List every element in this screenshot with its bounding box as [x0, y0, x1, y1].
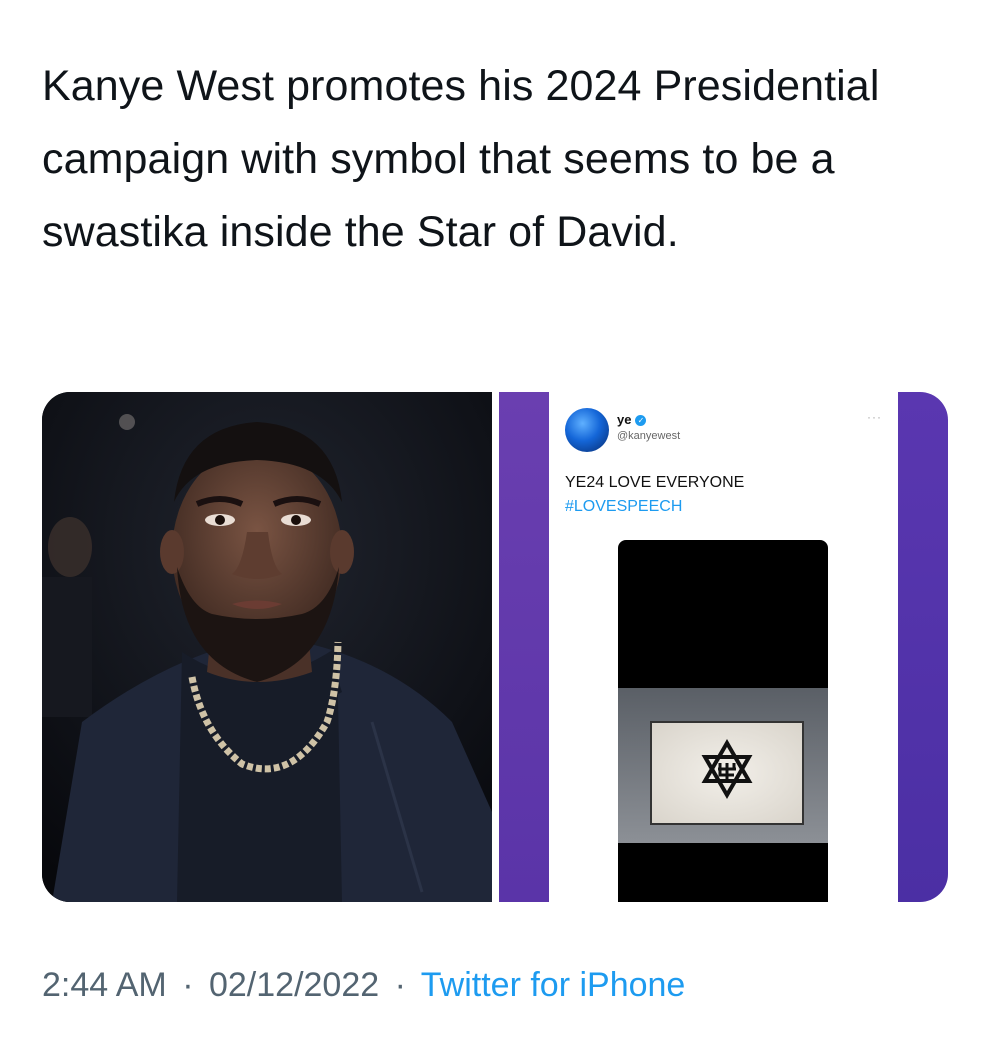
star-of-david-symbol-icon: [701, 739, 753, 799]
separator: ·: [182, 966, 194, 1004]
purple-border-right: [898, 392, 948, 902]
verified-badge-icon: ✓: [635, 415, 647, 426]
separator: ·: [394, 966, 406, 1004]
portrait-illustration: [42, 392, 492, 902]
media-grid[interactable]: ye ✓ @kanyewest ··· YE24 LOVE EVERYONE #L…: [42, 392, 948, 902]
tweet-source-link[interactable]: Twitter for iPhone: [421, 966, 686, 1004]
tweet-date: 02/12/2022: [208, 966, 380, 1004]
laptop-screen: [650, 721, 804, 825]
more-options-icon: ···: [867, 410, 882, 424]
tweet-time: 2:44 AM: [42, 966, 167, 1004]
tweet-footer: 2:44 AM · 02/12/2022 · Twitter for iPhon…: [42, 966, 685, 1005]
embedded-handle: @kanyewest: [617, 430, 681, 442]
embedded-hashtag: #LOVESPEECH: [565, 498, 683, 515]
embedded-tweet-line1: YE24 LOVE EVERYONE: [565, 474, 745, 491]
embedded-video: [618, 540, 828, 902]
tweet-text: Kanye West promotes his 2024 Presidentia…: [42, 62, 880, 256]
photo-kanye-west[interactable]: [42, 392, 492, 902]
embedded-display-name: ye ✓: [617, 412, 647, 427]
video-frame: [618, 688, 828, 843]
avatar: [565, 408, 609, 452]
purple-border-left: [499, 392, 549, 902]
embedded-tweet-screenshot[interactable]: ye ✓ @kanyewest ··· YE24 LOVE EVERYONE #L…: [499, 392, 948, 902]
